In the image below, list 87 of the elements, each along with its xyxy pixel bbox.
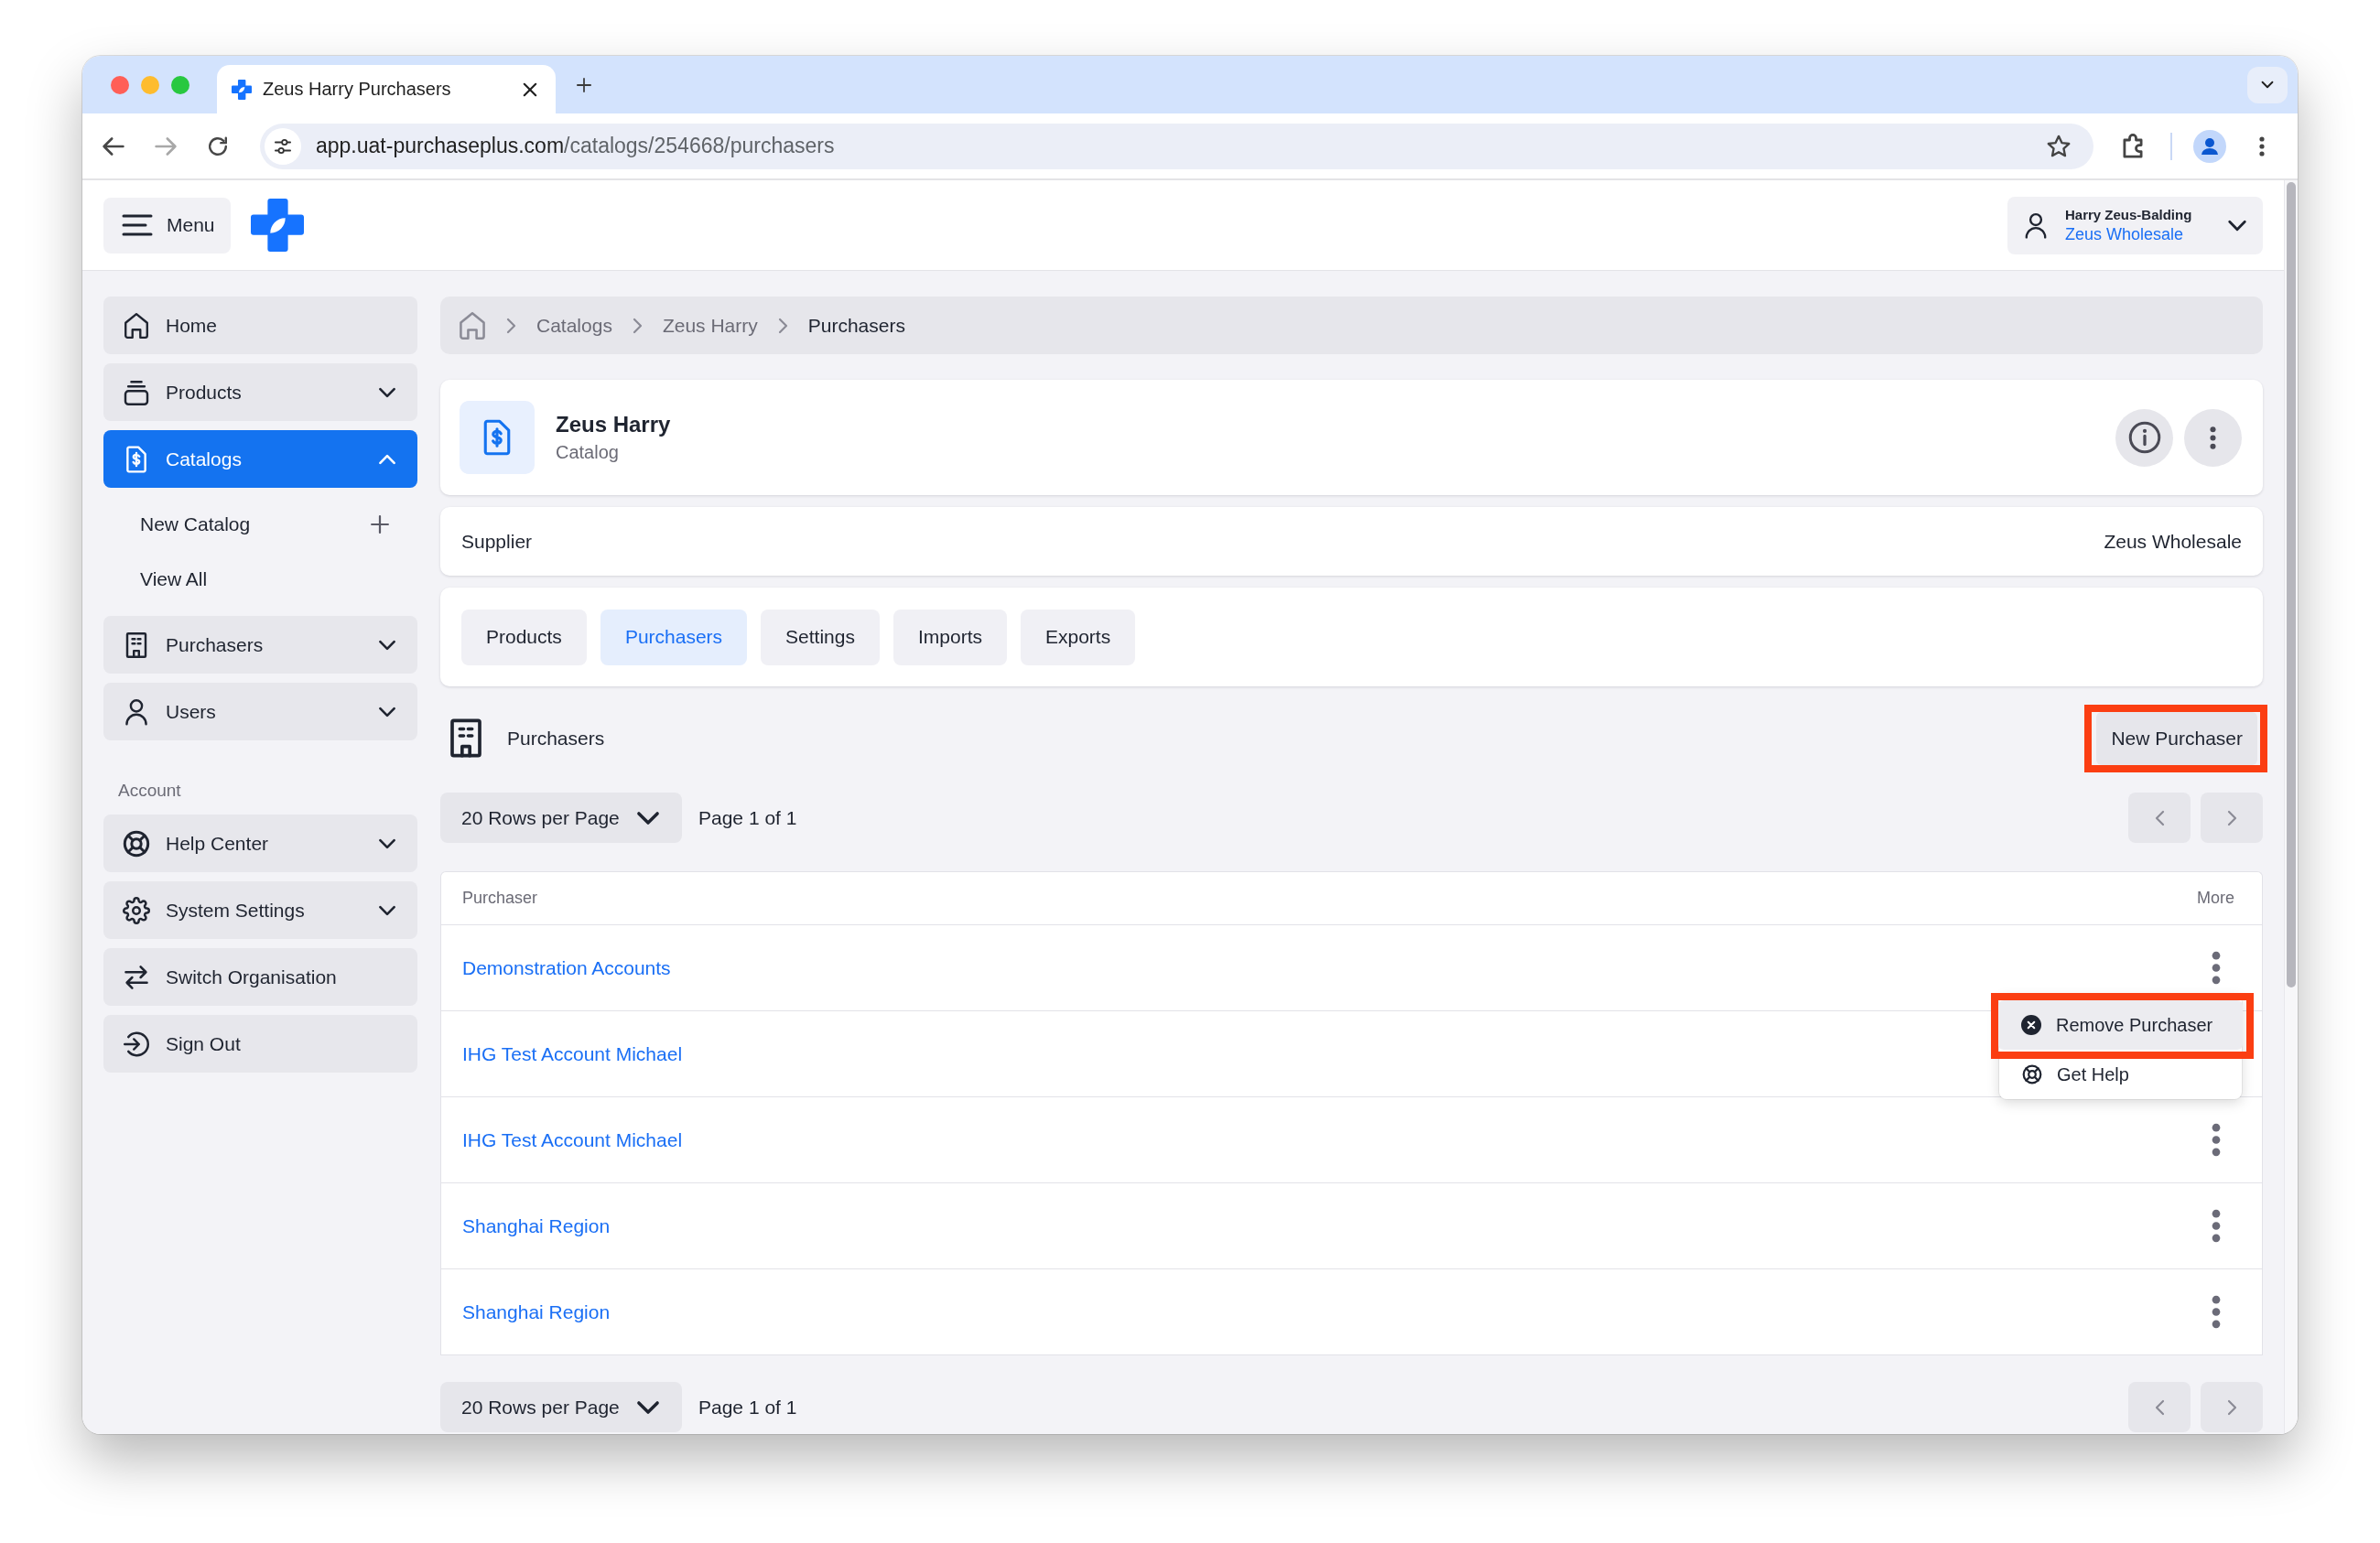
purchaser-link[interactable]: Demonstration Accounts	[462, 956, 671, 979]
more-icon[interactable]	[2259, 135, 2265, 156]
nav-item[interactable]: Help Center	[103, 815, 417, 872]
chevron-right-icon	[777, 317, 788, 334]
menu-item[interactable]: Remove Purchaser	[1998, 1000, 2243, 1050]
chevron-right-icon	[506, 317, 516, 334]
menu-icon	[122, 214, 153, 236]
gear-icon	[123, 896, 150, 924]
record-subtitle: Catalog	[556, 442, 620, 463]
chevron-right-icon	[2226, 809, 2237, 826]
plus-icon	[371, 515, 389, 534]
nav-item[interactable]: Home	[103, 297, 417, 354]
more-icon[interactable]	[2212, 951, 2221, 985]
menu-item[interactable]: Get Help	[1999, 1053, 2242, 1095]
detail-label: Supplier	[461, 530, 533, 553]
avatar-icon[interactable]	[2193, 129, 2226, 163]
more-icon[interactable]	[2212, 1209, 2221, 1243]
stack-icon	[123, 378, 150, 406]
tab[interactable]: Purchasers	[600, 609, 748, 665]
chevron-down-icon	[636, 810, 660, 825]
star-icon[interactable]	[2047, 135, 2071, 157]
nav-item[interactable]: Products	[103, 363, 417, 421]
home-icon	[123, 311, 150, 340]
home-icon[interactable]	[459, 310, 486, 340]
scrollbar-thumb[interactable]	[2287, 182, 2296, 987]
new-purchaser-button[interactable]: New Purchaser	[2096, 711, 2257, 765]
puzzle-icon[interactable]	[2122, 133, 2144, 159]
nav-item[interactable]: Switch Organisation	[103, 948, 417, 1006]
tab[interactable]: Imports	[893, 609, 1007, 665]
person-icon	[2024, 211, 2048, 239]
logo-icon	[251, 199, 304, 252]
sub-nav-item[interactable]: New Catalog	[103, 497, 417, 552]
column-header: More	[2197, 889, 2234, 908]
info-icon	[2127, 421, 2161, 454]
chevron-down-icon	[636, 1399, 660, 1415]
menu-button[interactable]: Menu	[103, 197, 231, 254]
person-icon	[123, 697, 150, 726]
chevron-right-icon	[2226, 1398, 2237, 1416]
breadcrumb-link[interactable]: Catalogs	[536, 314, 612, 337]
nav-item[interactable]: Catalogs	[103, 430, 417, 488]
chevron-down-icon	[2227, 219, 2247, 232]
back-icon[interactable]	[102, 135, 125, 156]
tab[interactable]: Settings	[761, 609, 880, 665]
tab[interactable]: Exports	[1021, 609, 1136, 665]
breadcrumb-link[interactable]: Zeus Harry	[662, 314, 758, 337]
record-title: Zeus Harry	[556, 412, 671, 437]
nav-item[interactable]: Sign Out	[103, 1015, 417, 1073]
address-bar[interactable]: app.uat-purchaseplus.com/catalogs/254668/purchasers	[260, 123, 2093, 169]
dollar-document-icon	[460, 401, 535, 474]
sub-nav-item[interactable]: View All	[103, 552, 417, 607]
lifebuoy-icon	[123, 829, 150, 858]
purchaser-link[interactable]: Shanghai Region	[462, 1300, 611, 1323]
chevron-left-icon	[2154, 1398, 2165, 1416]
column-header: Purchaser	[462, 889, 538, 908]
more-icon[interactable]	[2212, 1123, 2221, 1157]
reload-icon[interactable]	[206, 135, 230, 156]
tab[interactable]: Products	[461, 609, 587, 665]
close-icon[interactable]	[523, 81, 537, 97]
page-indicator: Page 1 of 1	[698, 806, 797, 829]
plus-icon[interactable]	[577, 77, 591, 92]
chevron-down-icon	[2261, 81, 2274, 89]
nav-item[interactable]: Users	[103, 683, 417, 740]
detail-value: Zeus Wholesale	[2104, 530, 2242, 553]
lifebuoy-icon	[2022, 1064, 2042, 1084]
purchaser-link[interactable]: Shanghai Region	[462, 1214, 611, 1237]
rows-per-page-select[interactable]: 20 Rows per Page	[440, 1382, 682, 1432]
building-icon	[448, 718, 484, 759]
nav-item[interactable]: System Settings	[103, 881, 417, 939]
purchaser-link[interactable]: IHG Test Account Michael	[462, 1042, 683, 1065]
section-label: Account	[117, 780, 182, 802]
chevron-left-icon	[2154, 809, 2165, 826]
purchaser-link[interactable]: IHG Test Account Michael	[462, 1128, 683, 1151]
tune-icon[interactable]	[265, 127, 301, 165]
sign-out-icon	[123, 1030, 150, 1058]
page-indicator: Page 1 of 1	[698, 1396, 797, 1419]
more-icon	[2210, 425, 2216, 450]
chevron-right-icon	[632, 317, 643, 334]
more-icon[interactable]	[2212, 1295, 2221, 1329]
browser-tab[interactable]: Zeus Harry Purchasers	[217, 65, 556, 113]
close-circle-icon	[2021, 1015, 2041, 1035]
swap-arrows-icon	[123, 963, 150, 991]
nav-item[interactable]: Purchasers	[103, 616, 417, 674]
user-menu-button[interactable]: Harry Zeus-Balding Zeus Wholesale	[2007, 196, 2263, 254]
section-title: Purchasers	[507, 727, 605, 750]
logo-icon	[232, 79, 252, 100]
breadcrumb-link[interactable]: Purchasers	[807, 314, 905, 337]
rows-per-page-select[interactable]: 20 Rows per Page	[440, 793, 682, 843]
